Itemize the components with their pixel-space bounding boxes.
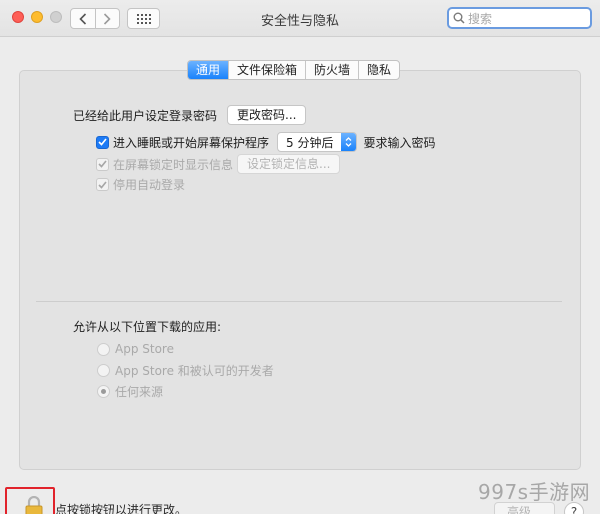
general-panel	[19, 70, 581, 470]
search-icon	[453, 12, 465, 24]
require-password-checkbox[interactable]	[96, 135, 109, 149]
forward-button[interactable]	[94, 9, 120, 28]
require-password-row: 进入睡眠或开始屏幕保护程序 5 分钟后 要求输入密码	[96, 132, 435, 152]
checkmark-icon	[98, 160, 107, 168]
chevron-right-icon	[104, 12, 111, 25]
radio-label: 任何来源	[115, 385, 164, 399]
close-window-button[interactable]	[12, 11, 24, 23]
password-delay-value: 5 分钟后	[286, 135, 334, 150]
disable-autologin-row: 停用自动登录	[96, 176, 185, 193]
checkmark-icon	[98, 138, 107, 146]
require-password-label: 进入睡眠或开始屏幕保护程序	[113, 135, 270, 150]
disable-autologin-label: 停用自动登录	[113, 178, 186, 192]
tab-general[interactable]: 通用	[188, 61, 229, 79]
password-set-label: 已经给此用户设定登录密码	[73, 108, 218, 123]
downloads-heading: 允许从以下位置下载的应用:	[73, 320, 222, 334]
set-lock-message-button[interactable]: 设定锁定信息...	[237, 154, 341, 174]
advanced-button[interactable]: 高级...	[494, 502, 556, 514]
tab-bar: 通用 文件保险箱 防火墙 隐私	[187, 60, 401, 80]
radio-app-store-identified[interactable]: App Store 和被认可的开发者	[97, 362, 274, 379]
search-placeholder: 搜索	[468, 11, 493, 26]
watermark: 997s手游网	[478, 480, 591, 504]
radio-label: App Store	[115, 342, 174, 356]
password-row: 已经给此用户设定登录密码 更改密码...	[73, 105, 307, 125]
show-all-button[interactable]	[127, 8, 160, 29]
lock-hint-text: 点按锁按钮以进行更改。	[55, 503, 188, 514]
require-password-suffix: 要求输入密码	[363, 135, 436, 150]
checkmark-icon	[98, 180, 107, 189]
disable-autologin-checkbox[interactable]	[96, 178, 109, 191]
radio-button[interactable]	[97, 342, 110, 356]
password-delay-select[interactable]: 5 分钟后	[277, 132, 358, 152]
window-title: 安全性与隐私	[260, 14, 339, 29]
change-password-button[interactable]: 更改密码...	[227, 105, 307, 125]
show-message-label: 在屏幕锁定时显示信息	[113, 157, 234, 172]
tab-firewall[interactable]: 防火墙	[305, 61, 358, 79]
lock-button[interactable]	[5, 487, 55, 514]
zoom-window-button[interactable]	[50, 11, 62, 23]
search-input[interactable]: 搜索	[447, 7, 592, 29]
radio-app-store[interactable]: App Store	[97, 342, 174, 356]
minimize-window-button[interactable]	[31, 11, 43, 23]
radio-label: App Store 和被认可的开发者	[115, 364, 274, 378]
radio-button[interactable]	[97, 364, 110, 377]
tab-filevault[interactable]: 文件保险箱	[228, 61, 305, 79]
updown-arrows-icon	[341, 133, 357, 151]
radio-anywhere[interactable]: 任何来源	[97, 383, 163, 400]
tab-privacy[interactable]: 隐私	[358, 61, 399, 79]
grid-icon	[136, 13, 151, 24]
radio-button[interactable]	[97, 385, 110, 398]
nav-buttons	[70, 8, 120, 29]
radio-selected-dot	[101, 389, 106, 394]
show-message-checkbox[interactable]	[96, 157, 109, 171]
show-message-row: 在屏幕锁定时显示信息 设定锁定信息...	[96, 154, 341, 174]
lock-icon	[25, 496, 43, 514]
title-bar: 安全性与隐私 搜索	[0, 0, 600, 37]
chevron-left-icon	[79, 12, 86, 25]
section-divider	[36, 301, 562, 302]
back-button[interactable]	[71, 9, 95, 28]
